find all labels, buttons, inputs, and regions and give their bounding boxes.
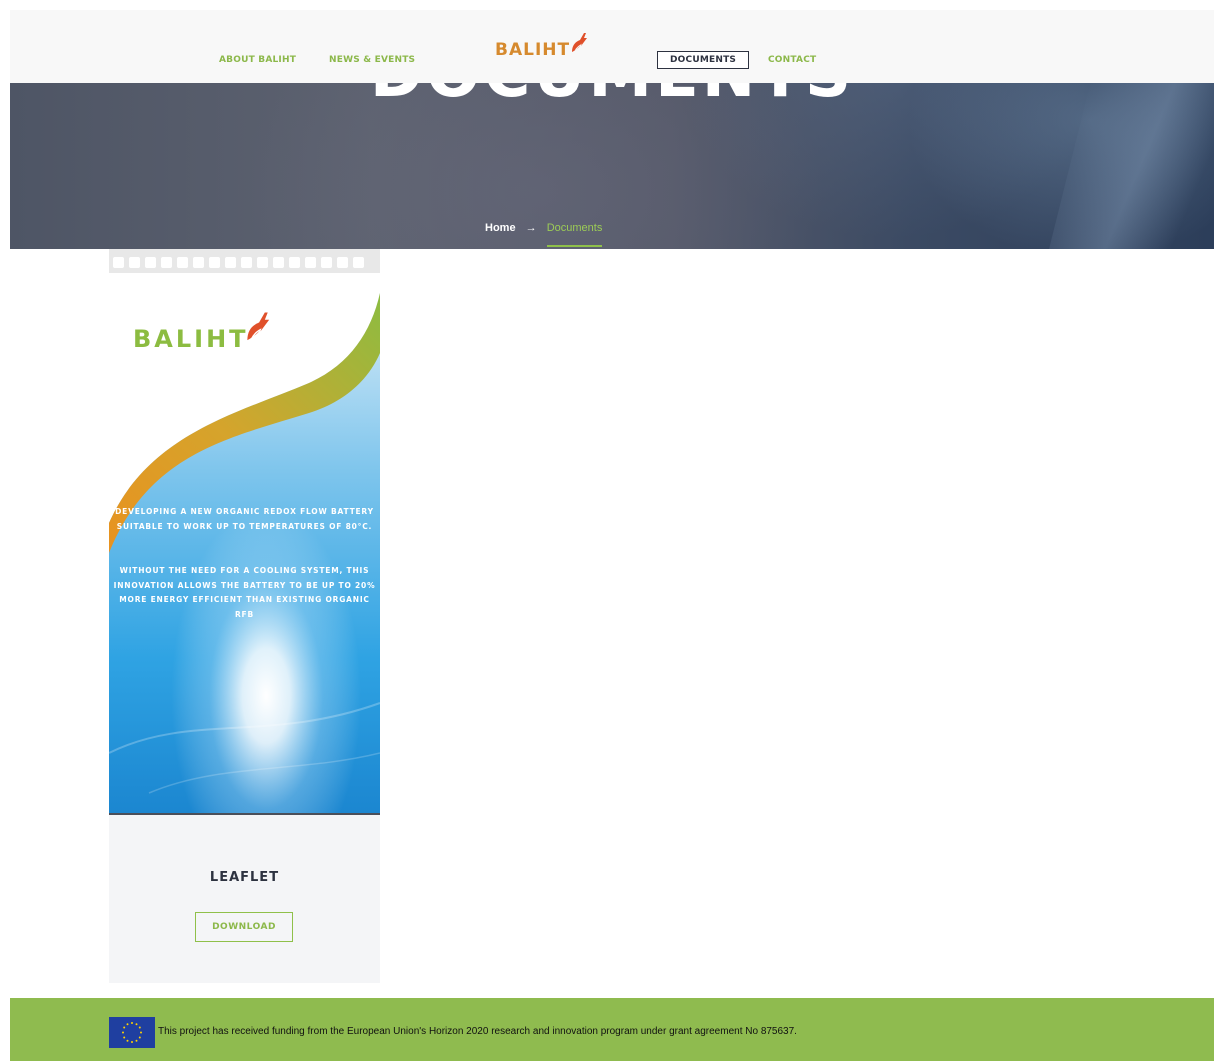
breadcrumb: Home → Documents (485, 222, 603, 247)
leaflet-description: WITHOUT THE NEED FOR A COOLING SYSTEM, T… (113, 566, 376, 620)
card-top-strip (109, 249, 380, 273)
hero-banner: DOCUMENTS ABOUT BALIHT NEWS & EVENTS BAL… (10, 10, 1214, 249)
leaflet-tagline: DEVELOPING A NEW ORGANIC REDOX FLOW BATT… (115, 507, 374, 531)
page: DOCUMENTS ABOUT BALIHT NEWS & EVENTS BAL… (10, 10, 1214, 1061)
leaf-bolt-icon (247, 312, 270, 341)
nav-documents[interactable]: DOCUMENTS (657, 51, 750, 69)
logo-text: BALIHT (495, 40, 571, 60)
leaf-bolt-icon (572, 33, 587, 52)
arrow-right-icon: → (525, 222, 537, 234)
breadcrumb-home-link[interactable]: Home (485, 222, 516, 234)
document-title: LEAFLET (209, 870, 280, 885)
leaflet-logo-text: BALIHT (133, 325, 249, 353)
leaflet-preview-image[interactable]: BALIHT DEVELOPING A NEW ORGANIC REDOX FL… (109, 273, 380, 815)
nav-contact[interactable]: CONTACT (768, 55, 816, 65)
eu-flag-icon (109, 1017, 155, 1048)
breadcrumb-current: Documents (546, 222, 603, 247)
funding-statement: This project has received funding from t… (158, 1026, 797, 1037)
nav-news-events[interactable]: NEWS & EVENTS (329, 55, 415, 65)
download-button[interactable]: DOWNLOAD (195, 912, 293, 942)
footer: This project has received funding from t… (10, 998, 1214, 1061)
header-nav: ABOUT BALIHT NEWS & EVENTS BALIHT DOCUME… (10, 10, 1214, 83)
leaflet-logo: BALIHT (133, 312, 270, 353)
document-card: BALIHT DEVELOPING A NEW ORGANIC REDOX FL… (109, 249, 380, 983)
site-logo[interactable]: BALIHT (495, 33, 587, 66)
nav-about-baliht[interactable]: ABOUT BALIHT (219, 55, 296, 65)
